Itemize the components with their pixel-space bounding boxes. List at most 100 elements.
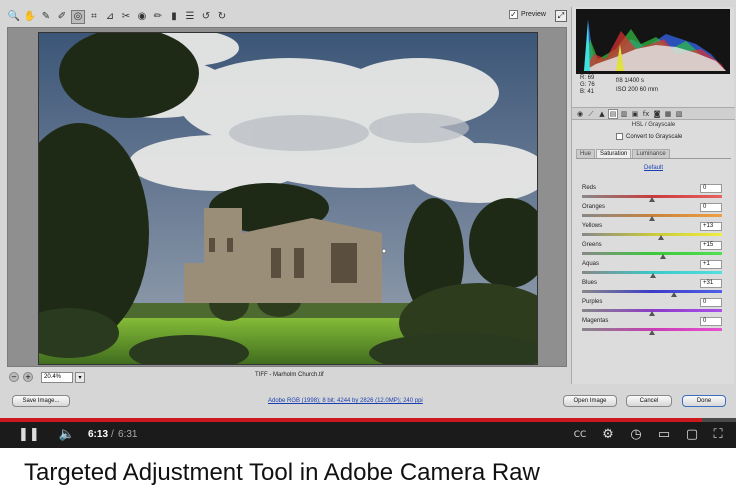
slider-thumb[interactable] [649, 197, 655, 202]
rotate-right-icon[interactable]: ↻ [215, 10, 229, 24]
tab-luminance[interactable]: Luminance [632, 149, 670, 158]
slider-oranges[interactable]: Oranges 0 [582, 203, 722, 223]
zoom-out-icon[interactable]: − [9, 372, 19, 382]
iso-info: ISO 200 60 mm [616, 87, 659, 93]
grayscale-checkbox[interactable] [616, 133, 623, 140]
adjustment-brush-icon[interactable]: ✏ [151, 10, 165, 24]
exposure-info: f/8 1/400 s [616, 78, 645, 84]
slider-label: Greens [582, 242, 602, 248]
slider-track[interactable] [582, 252, 722, 255]
slider-value-field[interactable]: +15 [700, 241, 722, 250]
section-title: HSL / Grayscale [631, 122, 676, 128]
miniplayer-icon[interactable]: ▢ [682, 422, 702, 448]
preview-toggle[interactable]: ✓ Preview [509, 10, 546, 19]
zoom-in-icon[interactable]: + [23, 372, 33, 382]
watch-later-icon[interactable]: ◷ [626, 422, 646, 448]
preferences-icon[interactable]: ☰ [183, 10, 197, 24]
slider-purples[interactable]: Purples 0 [582, 298, 722, 318]
camera-raw-window: 🔍✋✎✐◎⌗⊿✂◉✏▮☰↺↻ ✓ Preview ⤢ [0, 0, 736, 418]
slider-blues[interactable]: Blues +31 [582, 279, 722, 299]
image-canvas[interactable] [7, 27, 567, 367]
slider-thumb[interactable] [658, 235, 665, 240]
toolbar: 🔍 ✋ ✎ ✐ ◎ ⌗ ⊿ ✂ ◉ ✏ ▮ ☰ ↺ ↻ [7, 8, 572, 26]
lens-tab-icon[interactable]: ▣ [630, 109, 640, 119]
church-photo[interactable] [38, 32, 538, 365]
slider-value-field[interactable]: +13 [700, 222, 722, 231]
rotate-left-icon[interactable]: ↺ [199, 10, 213, 24]
graduated-filter-icon[interactable]: ▮ [167, 10, 181, 24]
slider-value-field[interactable]: 0 [700, 184, 722, 193]
readout-r: R: 69 [580, 75, 595, 81]
settings-gear-icon[interactable]: ⚙ [598, 422, 618, 448]
slider-label: Yellows [582, 223, 603, 229]
pause-icon[interactable]: ❚❚ [18, 422, 40, 448]
basic-tab-icon[interactable]: ◉ [575, 109, 585, 119]
cancel-button[interactable]: Cancel [626, 395, 672, 407]
zoom-dropdown-icon[interactable]: ▾ [75, 371, 85, 383]
slider-thumb[interactable] [649, 273, 656, 278]
tone-curve-tab-icon[interactable]: ⟋ [586, 109, 596, 119]
slider-label: Blues [582, 280, 598, 286]
red-eye-icon[interactable]: ◉ [135, 10, 149, 24]
slider-thumb[interactable] [649, 311, 655, 316]
slider-track[interactable] [582, 290, 722, 293]
done-button[interactable]: Done [682, 395, 726, 407]
slider-label: Reds [582, 185, 597, 191]
slider-label: Oranges [582, 204, 606, 210]
slider-aquas[interactable]: Aquas +1 [582, 260, 722, 280]
slider-yellows[interactable]: Yellows +13 [582, 222, 722, 242]
readout-b: B: 41 [580, 89, 595, 95]
hsl-tab-icon[interactable]: ▤ [608, 108, 618, 119]
slider-greens[interactable]: Greens +15 [582, 241, 722, 261]
presets-tab-icon[interactable]: ▦ [663, 109, 673, 119]
preview-label: Preview [521, 11, 546, 18]
slider-value-field[interactable]: +31 [700, 279, 722, 288]
straighten-icon[interactable]: ⊿ [103, 10, 117, 24]
slider-thumb[interactable] [659, 254, 666, 259]
spot-removal-icon[interactable]: ✂ [119, 10, 133, 24]
snapshots-tab-icon[interactable]: ▧ [674, 109, 684, 119]
slider-track[interactable] [582, 233, 722, 236]
bottom-bar: Save Image... Adobe RGB (1998); 8 bit; 4… [0, 388, 736, 414]
slider-value-field[interactable]: 0 [700, 203, 722, 212]
slider-reds[interactable]: Reds 0 [582, 184, 722, 204]
fullscreen-icon[interactable]: ⤢ [555, 10, 567, 22]
open-image-button[interactable]: Open Image [563, 395, 617, 407]
slider-value-field[interactable]: 0 [700, 298, 722, 307]
split-toning-tab-icon[interactable]: ▥ [619, 109, 629, 119]
convert-grayscale-label: Convert to Grayscale [626, 133, 683, 140]
adjustments-panel: R: 69 G: 76 B: 41 f/8 1/400 s ISO 200 60… [571, 7, 735, 384]
zoom-bar: − + 20.4% ▾ TIFF - Marholm Church.tif [7, 370, 567, 384]
camera-info: R: 69 G: 76 B: 41 f/8 1/400 s ISO 200 60… [580, 75, 730, 105]
hsl-subtabs: Hue Saturation Luminance [576, 149, 731, 159]
detail-tab-icon[interactable]: ▲ [597, 109, 607, 119]
workflow-options-link[interactable]: Adobe RGB (1998); 8 bit; 4244 by 2826 (1… [268, 398, 423, 404]
slider-thumb[interactable] [649, 216, 655, 221]
tab-saturation[interactable]: Saturation [596, 149, 632, 158]
color-sampler-icon[interactable]: ✐ [55, 10, 69, 24]
zoom-field[interactable]: 20.4% [41, 371, 73, 383]
fullscreen-video-icon[interactable]: ⛶ [708, 422, 728, 448]
total-time: 6:31 [118, 429, 138, 440]
theater-mode-icon[interactable]: ▭ [654, 422, 674, 448]
tab-hue[interactable]: Hue [576, 149, 596, 158]
slider-value-field[interactable]: 0 [700, 317, 722, 326]
slider-magentas[interactable]: Magentas 0 [582, 317, 722, 337]
zoom-tool-icon[interactable]: 🔍 [7, 10, 21, 24]
camera-calibration-tab-icon[interactable]: ◙ [652, 109, 662, 119]
hand-tool-icon[interactable]: ✋ [23, 10, 37, 24]
preview-checkbox[interactable]: ✓ [509, 10, 518, 19]
volume-icon[interactable]: 🔈 [56, 422, 78, 448]
white-balance-icon[interactable]: ✎ [39, 10, 53, 24]
crop-icon[interactable]: ⌗ [87, 10, 101, 24]
save-image-button[interactable]: Save Image... [12, 395, 70, 407]
slider-thumb[interactable] [649, 330, 655, 335]
convert-grayscale[interactable]: Convert to Grayscale [616, 133, 682, 140]
slider-thumb[interactable] [670, 292, 677, 297]
targeted-adjustment-icon[interactable]: ◎ [71, 10, 85, 24]
slider-value-field[interactable]: +1 [700, 260, 722, 269]
readout-g: G: 76 [580, 82, 595, 88]
captions-icon[interactable]: CC [570, 422, 590, 448]
effects-tab-icon[interactable]: fx [641, 109, 651, 119]
default-link[interactable]: Default [572, 165, 735, 171]
